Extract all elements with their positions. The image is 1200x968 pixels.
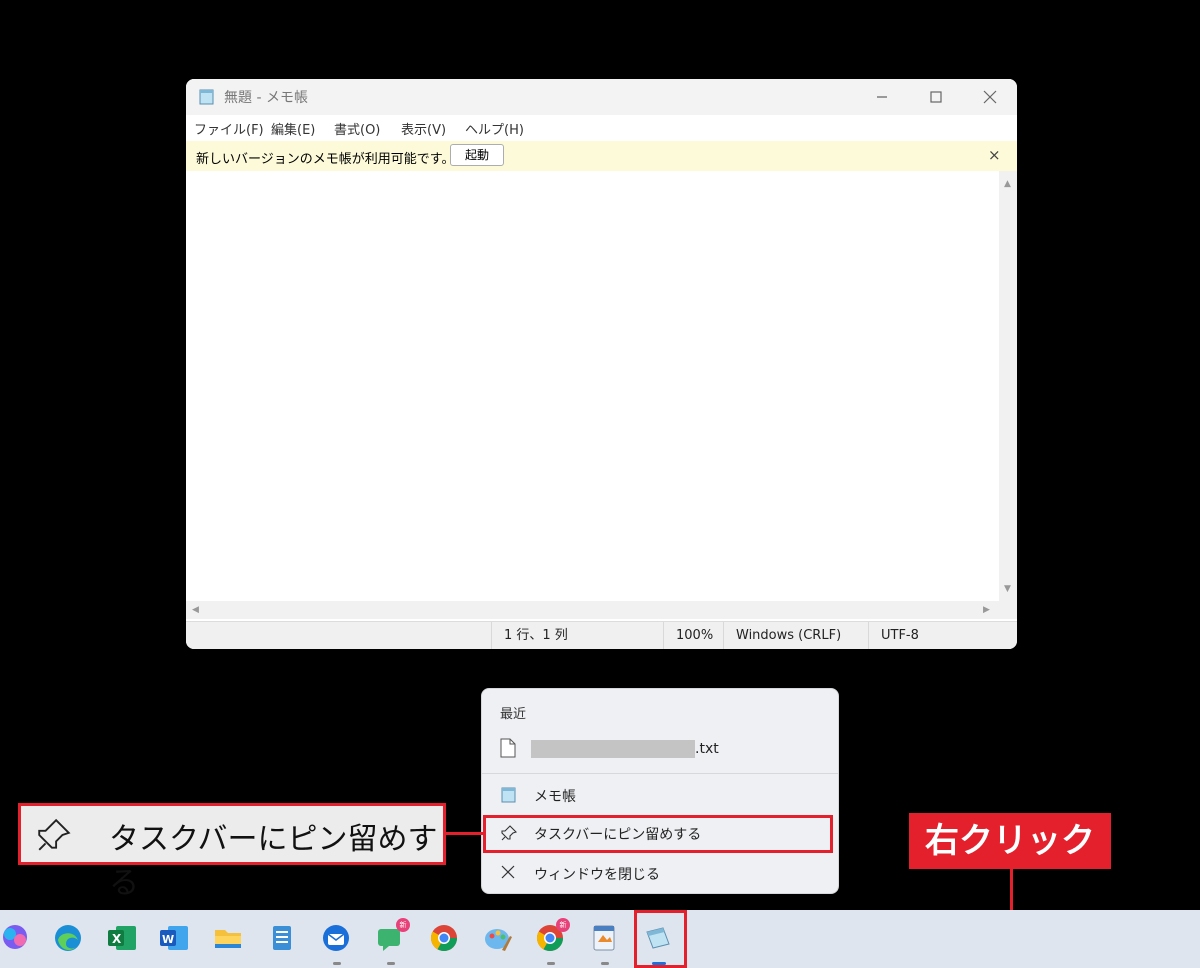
- scroll-down-icon[interactable]: ▼: [1004, 584, 1011, 594]
- notepad-icon: [500, 786, 518, 808]
- minimize-button[interactable]: [855, 79, 909, 115]
- close-window-item[interactable]: ウィンドウを閉じる: [482, 855, 838, 891]
- status-encoding: UTF-8: [868, 622, 1017, 649]
- notification-badge: 新: [396, 918, 410, 932]
- close-button[interactable]: [963, 79, 1017, 115]
- vertical-scrollbar[interactable]: ▲ ▼: [999, 171, 1017, 601]
- maximize-icon: [930, 91, 942, 103]
- minimize-icon: [877, 96, 887, 98]
- running-indicator: [547, 962, 555, 965]
- chat-icon[interactable]: 新: [374, 918, 410, 965]
- status-position: 1 行、1 列: [491, 622, 663, 649]
- status-line-ending: Windows (CRLF): [723, 622, 868, 649]
- notepad-app-icon: [198, 88, 216, 110]
- pin-icon: [35, 816, 73, 858]
- status-bar: 1 行、1 列 100% Windows (CRLF) UTF-8: [186, 621, 1017, 649]
- redacted-filename: [531, 740, 695, 758]
- menu-view[interactable]: 表示(V): [401, 119, 446, 138]
- pin-callout-label: タスクバーにピン留めする: [109, 822, 438, 901]
- close-icon: [500, 864, 516, 884]
- status-zoom: 100%: [663, 622, 723, 649]
- notepad-plus-icon[interactable]: [266, 922, 300, 956]
- chrome-profile-icon[interactable]: 新: [534, 918, 570, 965]
- running-indicator: [333, 962, 341, 965]
- window-title: 無題 - メモ帳: [224, 90, 308, 106]
- maximize-button[interactable]: [909, 79, 963, 115]
- horizontal-scrollbar[interactable]: ◀ ▶: [186, 601, 999, 619]
- close-window-label: ウィンドウを閉じる: [534, 867, 660, 883]
- scroll-up-icon[interactable]: ▲: [1004, 179, 1011, 189]
- document-icon: [500, 738, 516, 762]
- copilot-icon[interactable]: [0, 922, 34, 956]
- pin-callout: タスクバーにピン留めする: [18, 803, 446, 901]
- menu-format[interactable]: 書式(O): [334, 119, 380, 138]
- scroll-right-icon[interactable]: ▶: [983, 605, 990, 615]
- menu-edit[interactable]: 編集(E): [271, 119, 315, 138]
- recent-file-item[interactable]: .txt: [482, 729, 838, 767]
- chrome-icon[interactable]: [428, 922, 462, 956]
- menu-file[interactable]: ファイル(F): [194, 119, 264, 138]
- open-notepad-item[interactable]: メモ帳: [482, 777, 838, 813]
- right-click-label: 右クリック: [909, 813, 1111, 869]
- divider: [482, 773, 838, 774]
- menu-bar: ファイル(F) 編集(E) 書式(O) 表示(V) ヘルプ(H): [186, 115, 1017, 139]
- paint-icon[interactable]: [482, 922, 516, 956]
- notification-badge: 新: [556, 918, 570, 932]
- svg-text:W: W: [162, 933, 174, 946]
- notepad-window: 無題 - メモ帳 ファイル(F) 編集(E) 書式(O) 表示(V) ヘルプ(H…: [186, 79, 1017, 649]
- scrollbar-corner: [999, 601, 1017, 619]
- close-icon: [983, 90, 997, 104]
- file-explorer-icon[interactable]: [212, 922, 246, 956]
- callout-connector: [446, 832, 483, 835]
- excel-icon[interactable]: X: [106, 922, 140, 956]
- running-indicator: [601, 962, 609, 965]
- taskbar: X W 新 新: [0, 910, 1200, 968]
- notepad-taskbar-highlight: [634, 910, 687, 968]
- notepad-label: メモ帳: [534, 789, 576, 805]
- launch-button[interactable]: 起動: [450, 144, 504, 166]
- title-bar[interactable]: 無題 - メモ帳: [186, 79, 1017, 115]
- file-extension: .txt: [695, 741, 719, 757]
- wordpad-icon[interactable]: [588, 922, 622, 965]
- notice-close-icon[interactable]: ×: [988, 146, 1001, 164]
- taskbar-jump-list: 最近 .txt メモ帳 タスクバーにピン留めする ウィンドウを閉じる: [481, 688, 839, 894]
- running-indicator: [387, 962, 395, 965]
- pin-item-highlight: [483, 815, 833, 853]
- recent-header: 最近: [500, 707, 527, 722]
- menu-help[interactable]: ヘルプ(H): [465, 119, 524, 138]
- update-notice-message: 新しいバージョンのメモ帳が利用可能です。: [196, 152, 455, 167]
- word-icon[interactable]: W: [158, 922, 192, 956]
- text-area[interactable]: [186, 171, 999, 601]
- edge-icon[interactable]: [52, 922, 86, 956]
- svg-text:X: X: [112, 932, 122, 946]
- scroll-left-icon[interactable]: ◀: [192, 605, 199, 615]
- thunderbird-icon[interactable]: [320, 922, 354, 965]
- update-notice-bar: 新しいバージョンのメモ帳が利用可能です。 起動 ×: [186, 141, 1017, 171]
